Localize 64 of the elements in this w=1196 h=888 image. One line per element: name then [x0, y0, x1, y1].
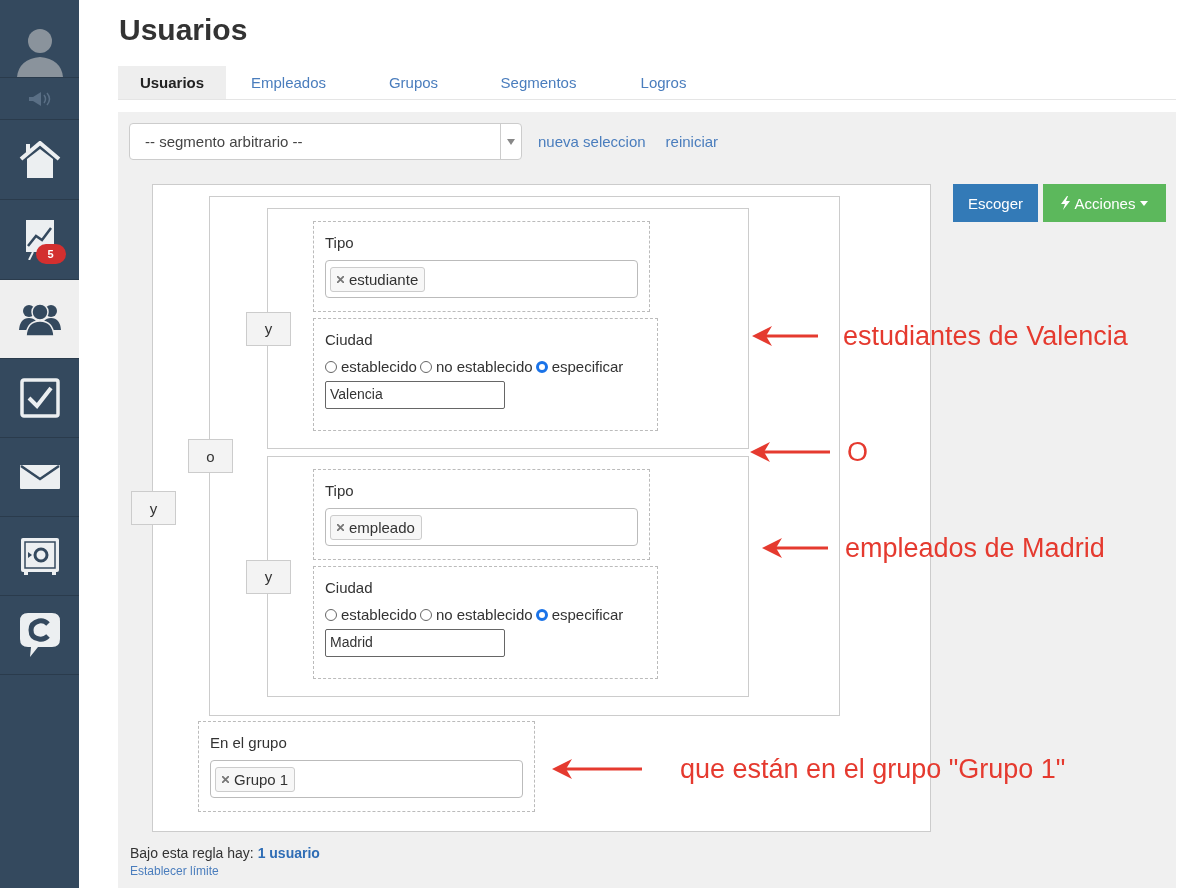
tab[interactable]: Usuarios — [118, 66, 226, 99]
tag-input-field[interactable]: empleado — [325, 508, 638, 546]
choose-button[interactable]: Escoger — [953, 184, 1038, 222]
users-icon — [18, 302, 61, 336]
summary-text: Bajo esta regla hay: 1 usuario — [130, 845, 321, 861]
radio-label: no establecido — [435, 606, 533, 623]
operator-button[interactable]: y — [246, 559, 291, 594]
radio-label: establecido — [341, 606, 417, 623]
link[interactable]: nueva seleccion — [538, 133, 646, 150]
tag-label: Grupo 1 — [234, 770, 289, 788]
condition-label: Tipo — [325, 482, 354, 499]
tab[interactable]: Empleados — [226, 66, 351, 99]
text-input-field[interactable]: Valencia — [325, 381, 505, 409]
annotation-arrow — [752, 324, 818, 348]
user-count-link[interactable]: 1 usuario — [257, 845, 320, 861]
remove-icon[interactable] — [337, 275, 344, 283]
caret-icon — [1140, 200, 1149, 206]
annotation-arrow — [762, 536, 828, 560]
checkbox-icon — [19, 378, 60, 418]
radio-button[interactable] — [535, 608, 548, 621]
operator-button[interactable]: y — [246, 311, 291, 346]
tag-input-field[interactable]: estudiante — [325, 260, 638, 298]
home-icon — [18, 140, 61, 179]
page-title: Usuarios — [119, 12, 249, 48]
tag-label: estudiante — [349, 270, 419, 288]
condition-label: Ciudad — [325, 579, 373, 596]
annotation-text: que están en el grupo "Grupo 1" — [680, 753, 1066, 785]
remove-icon[interactable] — [337, 523, 344, 531]
condition-label: Tipo — [325, 234, 354, 251]
operator-button[interactable]: o — [188, 439, 233, 473]
tab[interactable]: Grupos — [351, 66, 476, 99]
radio-button[interactable] — [325, 360, 337, 373]
lightning-icon — [1060, 196, 1070, 210]
radio-button[interactable] — [419, 608, 432, 621]
remove-icon[interactable] — [222, 775, 229, 783]
caret-icon — [507, 138, 515, 145]
tag-label: empleado — [349, 518, 415, 536]
operator-button[interactable]: y — [131, 491, 176, 525]
tag-input-field[interactable]: Grupo 1 — [210, 760, 523, 798]
segment-select[interactable]: -- segmento arbitrario -- — [129, 123, 522, 160]
annotation-text: estudiantes de Valencia — [843, 320, 1128, 352]
radio-button[interactable] — [419, 360, 432, 373]
tab[interactable]: Segmentos — [476, 66, 601, 99]
safe-icon — [19, 537, 60, 575]
radio-label: no establecido — [435, 358, 533, 375]
sidebar-item[interactable]: 5 — [0, 200, 79, 280]
sidebar-item[interactable] — [0, 280, 79, 359]
link[interactable]: reiniciar — [665, 133, 719, 150]
mail-icon — [19, 465, 60, 489]
radio-label: establecido — [341, 358, 417, 375]
radio-label: especificar — [551, 358, 624, 375]
condition-label: En el grupo — [210, 734, 287, 751]
annotation-text: O — [847, 436, 868, 468]
radio-button[interactable] — [325, 608, 337, 621]
tab[interactable]: Logros — [601, 66, 726, 99]
radio-label: especificar — [551, 606, 624, 623]
condition-label: Ciudad — [325, 331, 373, 348]
annotation-text: empleados de Madrid — [845, 532, 1105, 564]
text-input-field[interactable]: Madrid — [325, 629, 505, 657]
chart-board-icon — [23, 219, 56, 260]
radio-button[interactable] — [535, 360, 548, 373]
set-limit-link[interactable]: Establecer límite — [130, 864, 1176, 878]
chat-c-icon — [19, 613, 60, 657]
speaker-icon — [27, 90, 52, 107]
